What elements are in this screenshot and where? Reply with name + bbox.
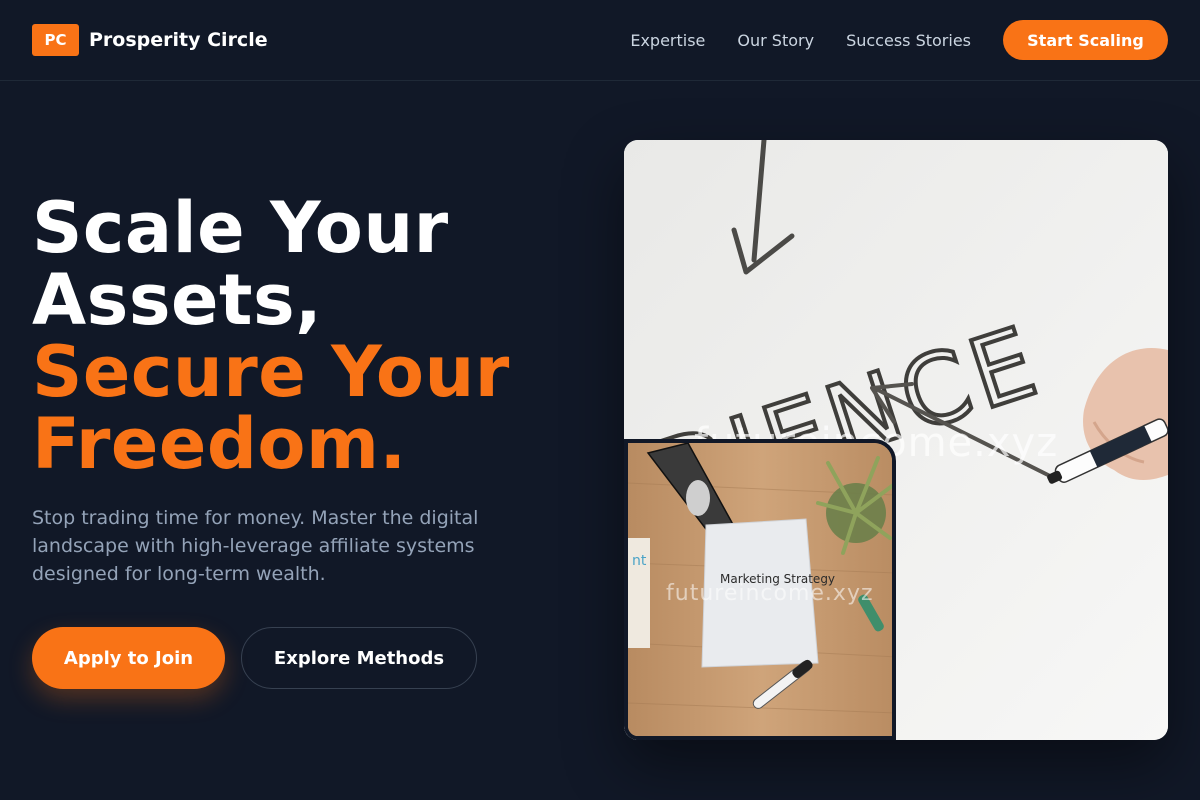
hero-title-accent-line-2: Freedom.: [32, 403, 407, 485]
nav-link-expertise[interactable]: Expertise: [630, 31, 705, 50]
hero-photo-desk: Marketing Strategy nt futureincome.xyz: [624, 439, 896, 740]
nav-link-success-stories[interactable]: Success Stories: [846, 31, 971, 50]
inset-photo-watermark: futureincome.xyz: [666, 581, 874, 606]
hero-title-line-1: Scale Your: [32, 187, 449, 269]
hero-subtitle: Stop trading time for money. Master the …: [32, 507, 479, 585]
hero-actions: Apply to Join Explore Methods: [32, 627, 477, 689]
svg-text:nt: nt: [632, 553, 647, 569]
explore-methods-button[interactable]: Explore Methods: [241, 627, 477, 689]
site-header: PC Prosperity Circle Expertise Our Story…: [0, 0, 1200, 81]
brand-name: Prosperity Circle: [89, 29, 268, 51]
logo-badge: PC: [32, 24, 79, 56]
start-scaling-button[interactable]: Start Scaling: [1003, 20, 1168, 60]
hero-title-line-2: Assets,: [32, 259, 323, 341]
hero-title-accent-line-1: Secure Your: [32, 331, 510, 413]
landing-page: PC Prosperity Circle Expertise Our Story…: [0, 0, 1200, 800]
apply-to-join-button[interactable]: Apply to Join: [32, 627, 225, 689]
nav-link-our-story[interactable]: Our Story: [737, 31, 814, 50]
brand[interactable]: PC Prosperity Circle: [32, 24, 268, 56]
main-nav: Expertise Our Story Success Stories Star…: [630, 20, 1168, 60]
hero-title: Scale Your Assets, Secure Your Freedom.: [32, 192, 592, 480]
